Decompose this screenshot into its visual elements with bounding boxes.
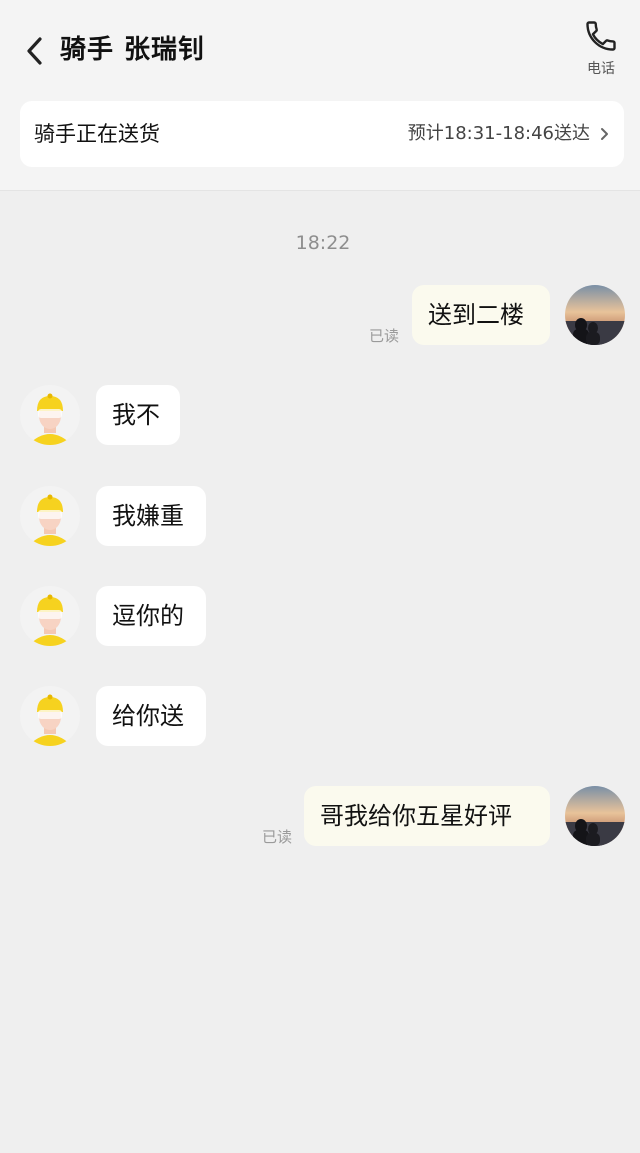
incoming-message[interactable]: 我嫌重 bbox=[96, 486, 206, 546]
call-label: 电话 bbox=[587, 61, 615, 77]
rider-name-title: 骑手 张瑞钊 bbox=[60, 35, 206, 65]
back-arrow-icon bbox=[27, 37, 42, 65]
read-receipt: 已读 bbox=[369, 327, 400, 345]
call-button[interactable]: 电话 bbox=[576, 18, 626, 84]
delivery-status-card[interactable]: 骑手正在送货 预计18:31-18:46送达 bbox=[20, 101, 624, 167]
message-timestamp: 18:22 bbox=[295, 232, 351, 254]
user-avatar[interactable] bbox=[565, 786, 625, 846]
rider-avatar[interactable] bbox=[20, 486, 80, 546]
incoming-message[interactable]: 给你送 bbox=[96, 686, 206, 746]
back-button[interactable] bbox=[18, 32, 52, 70]
delivery-eta: 预计18:31-18:46送达 bbox=[407, 123, 590, 144]
rider-avatar[interactable] bbox=[20, 385, 80, 445]
rider-avatar[interactable] bbox=[20, 586, 80, 646]
phone-icon bbox=[586, 21, 616, 51]
rider-avatar[interactable] bbox=[20, 686, 80, 746]
delivery-status: 骑手正在送货 bbox=[34, 122, 160, 146]
read-receipt: 已读 bbox=[262, 828, 293, 846]
outgoing-message[interactable]: 哥我给你五星好评 bbox=[304, 786, 550, 846]
chevron-right-icon bbox=[601, 128, 608, 140]
incoming-message[interactable]: 逗你的 bbox=[96, 586, 206, 646]
outgoing-message[interactable]: 送到二楼 bbox=[412, 285, 550, 345]
incoming-message[interactable]: 我不 bbox=[96, 385, 180, 445]
chat-header: 骑手 张瑞钊 电话 骑手正在送货 预计18:31-18:46送达 bbox=[0, 0, 640, 191]
user-avatar[interactable] bbox=[565, 285, 625, 345]
